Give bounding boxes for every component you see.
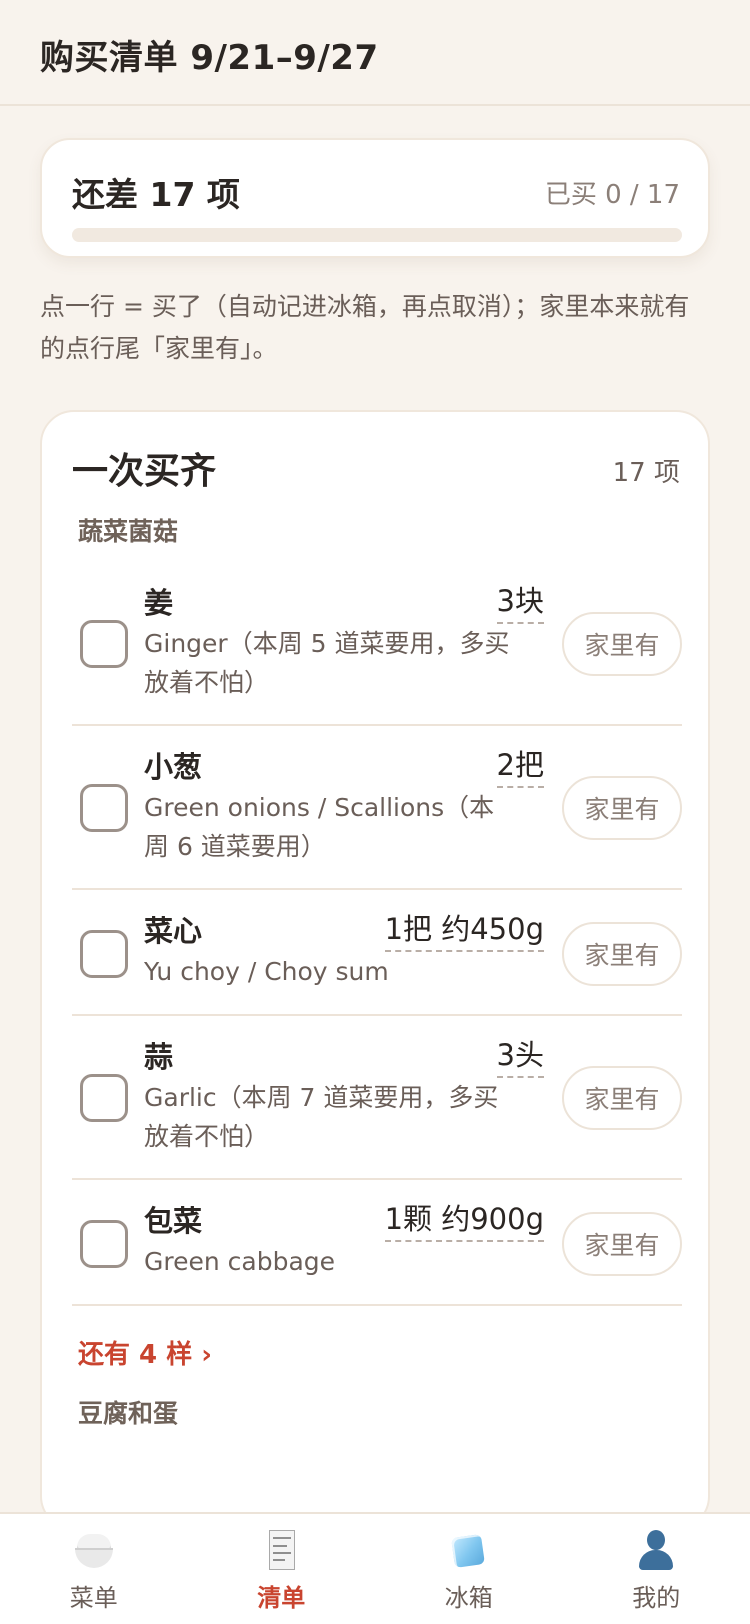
- tab-menu[interactable]: 菜单: [0, 1514, 188, 1624]
- item-quantity: 3头: [496, 1032, 544, 1078]
- item-description: Yu choy / Choy sum: [144, 957, 389, 986]
- item-checkbox[interactable]: [80, 930, 128, 978]
- item-checkbox[interactable]: [80, 784, 128, 832]
- bottom-tab-bar: 菜单 清单 冰箱 我的: [0, 1512, 750, 1624]
- tab-fridge[interactable]: 冰箱: [375, 1514, 563, 1624]
- page-title: 购买清单 9/21–9/27: [40, 38, 379, 78]
- tab-label: 我的: [632, 1584, 681, 1612]
- tab-label: 冰箱: [444, 1584, 493, 1612]
- ice-cube-icon: [447, 1528, 491, 1572]
- category-tofu-eggs: 豆腐和蛋: [78, 1399, 179, 1428]
- list-item[interactable]: 蒜 3头 Garlic（本周 7 道菜要用，多买放着不怕） 家里有: [72, 1016, 682, 1180]
- item-quantity: 3块: [496, 578, 544, 624]
- item-name: 菜心: [144, 914, 203, 948]
- list-item[interactable]: 小葱 2把 Green onions / Scallions（本周 6 道菜要用…: [72, 726, 682, 890]
- item-checkbox[interactable]: [80, 1074, 128, 1122]
- item-checkbox[interactable]: [80, 620, 128, 668]
- list-item[interactable]: 菜心 1把 约450g Yu choy / Choy sum 家里有: [72, 890, 682, 1016]
- item-description: Green cabbage: [144, 1247, 336, 1276]
- progress-card: 还差 17 项 已买 0 / 17: [40, 138, 710, 258]
- section-title: 一次买齐: [72, 451, 217, 492]
- item-description: Green onions / Scallions（本周 6 道菜要用）: [144, 793, 495, 861]
- person-icon: [634, 1528, 678, 1572]
- item-name: 包菜: [144, 1204, 203, 1238]
- usage-hint: 点一行 = 买了（自动记进冰箱，再点取消）；家里本来就有的点行尾「家里有」。: [40, 292, 690, 363]
- show-more-link[interactable]: 还有 4 样 ›: [78, 1334, 212, 1371]
- bought-count: 已买 0 / 17: [544, 180, 680, 210]
- item-name: 蒜: [144, 1040, 174, 1074]
- shopping-list-page: 购买清单 9/21–9/27 还差 17 项 已买 0 / 17 点一行 = 买…: [0, 0, 750, 1624]
- item-name: 姜: [144, 586, 174, 620]
- rice-bowl-icon: [72, 1528, 116, 1572]
- item-description: Garlic（本周 7 道菜要用，多买放着不怕）: [144, 1083, 499, 1151]
- item-quantity: 1颗 约900g: [384, 1196, 544, 1242]
- item-quantity: 2把: [496, 742, 544, 788]
- tab-shopping-list[interactable]: 清单: [188, 1514, 376, 1624]
- item-checkbox[interactable]: [80, 1220, 128, 1268]
- category-vegetables: 蔬菜菌菇: [78, 517, 179, 546]
- list-item[interactable]: 包菜 1颗 约900g Green cabbage 家里有: [72, 1180, 682, 1306]
- section-count: 17 项: [612, 458, 680, 488]
- item-quantity: 1把 约450g: [384, 906, 544, 952]
- remaining-count: 还差 17 项: [72, 175, 240, 214]
- tab-label: 菜单: [69, 1584, 118, 1612]
- header: 购买清单 9/21–9/27: [0, 0, 750, 106]
- receipt-icon: [259, 1528, 303, 1572]
- tab-profile[interactable]: 我的: [563, 1514, 750, 1624]
- have-at-home-button[interactable]: 家里有: [562, 1066, 682, 1130]
- item-name: 小葱: [144, 750, 203, 784]
- tab-label: 清单: [257, 1584, 306, 1612]
- have-at-home-button[interactable]: 家里有: [562, 922, 682, 986]
- progress-bar: [72, 228, 682, 242]
- buy-all-card: 一次买齐 17 项 蔬菜菌菇 姜 3块 Ginger（本周 5 道菜要用，多买放…: [40, 410, 710, 1530]
- have-at-home-button[interactable]: 家里有: [562, 776, 682, 840]
- item-list: 姜 3块 Ginger（本周 5 道菜要用，多买放着不怕） 家里有 小葱 2把 …: [72, 562, 682, 1306]
- item-description: Ginger（本周 5 道菜要用，多买放着不怕）: [144, 629, 510, 697]
- list-item[interactable]: 姜 3块 Ginger（本周 5 道菜要用，多买放着不怕） 家里有: [72, 562, 682, 726]
- have-at-home-button[interactable]: 家里有: [562, 612, 682, 676]
- have-at-home-button[interactable]: 家里有: [562, 1212, 682, 1276]
